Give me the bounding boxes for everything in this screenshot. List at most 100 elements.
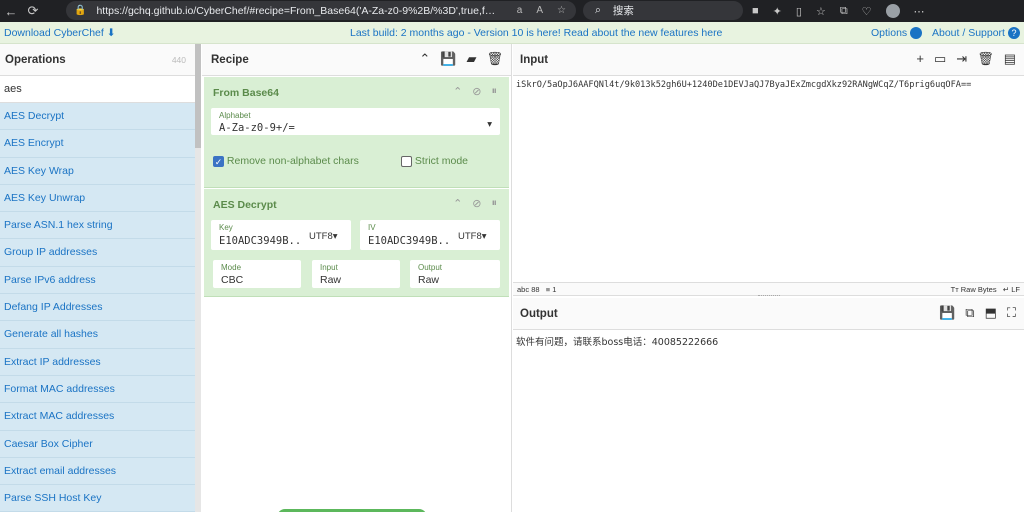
replace-input-icon[interactable]: ⬒ <box>985 305 997 321</box>
save-icon[interactable]: 💾 <box>440 51 456 67</box>
trash-icon[interactable]: 🗑 <box>977 51 994 67</box>
copy-icon[interactable]: ⧉ <box>965 305 974 321</box>
list-item[interactable]: AES Decrypt <box>0 103 195 131</box>
list-item[interactable]: Group IP addresses <box>0 239 195 267</box>
strict-mode-checkbox[interactable]: Strict mode <box>401 155 468 167</box>
back-icon[interactable]: ← <box>0 0 22 22</box>
aes-decrypt-operation: AES Decrypt ⌃ ⊘ ⏸ Key E10ADC3949B... UTF… <box>204 189 509 297</box>
operations-title: Operations <box>5 54 66 66</box>
list-item[interactable]: Generate all hashes <box>0 321 195 349</box>
input-status-bar: abc 88 ≡ 1 Tт Raw Bytes ↵ LF <box>513 282 1024 296</box>
collections-icon[interactable]: ⧉ <box>840 5 848 18</box>
open-file-icon[interactable]: ⇥ <box>956 51 967 67</box>
list-item[interactable]: Caesar Box Cipher <box>0 430 195 458</box>
output-text: 软件有问题，请联系boss电话：40085222666 <box>516 337 719 348</box>
download-link[interactable]: Download CyberChef ⬇ <box>4 27 116 39</box>
build-info-link[interactable]: Last build: 2 months ago - Version 10 is… <box>350 27 722 39</box>
input-header: Input + ▭ ⇥ 🗑 ▤ <box>513 44 1024 76</box>
from-base64-operation: From Base64 ⌃ ⊘ ⏸ Alphabet A-Za-z0-9+/= … <box>204 77 509 188</box>
url-text: https://gchq.github.io/CyberChef/#recipe… <box>96 4 496 17</box>
output-header: Output 💾 ⧉ ⬒ ⛶ <box>513 298 1024 330</box>
resize-handle[interactable] <box>758 295 780 297</box>
search-icon: ⌕ <box>595 4 601 16</box>
list-item[interactable]: Extract MAC addresses <box>0 403 195 431</box>
save-icon[interactable]: 💾 <box>939 305 955 321</box>
translate-icon[interactable]: a <box>517 5 523 16</box>
browser-toolbar: ← ⟳ 🔒 https://gchq.github.io/CyberChef/#… <box>0 0 1024 22</box>
alphabet-select[interactable]: Alphabet A-Za-z0-9+/= ▾ <box>211 108 500 135</box>
output-format-select[interactable]: Output Raw <box>410 260 500 288</box>
key-field[interactable]: Key E10ADC3949B... UTF8▾ <box>211 220 351 250</box>
favorites-icon[interactable]: ☆ <box>816 5 826 18</box>
performance-icon[interactable]: ♡ <box>862 5 872 18</box>
open-folder-icon[interactable]: ▭ <box>934 51 946 67</box>
iv-encoding-dropdown[interactable]: UTF8▾ <box>458 231 487 242</box>
pause-icon[interactable]: ⏸ <box>492 85 498 98</box>
raw-bytes-toggle[interactable]: Tт Raw Bytes <box>951 285 997 294</box>
download-icon: ⬇ <box>106 27 116 39</box>
top-banner: Download CyberChef ⬇ Last build: 2 month… <box>0 22 1024 44</box>
lock-icon: 🔒 <box>74 5 87 16</box>
text-encoding-icon: Tт <box>950 285 959 294</box>
checkbox-checked-icon[interactable]: ✓ <box>213 155 224 167</box>
operations-count: 440 <box>171 55 186 65</box>
operations-list: AES Decrypt AES Encrypt AES Key Wrap AES… <box>0 103 195 512</box>
list-item[interactable]: Defang IP Addresses <box>0 294 195 322</box>
chevron-up-icon[interactable]: ⌃ <box>453 197 462 210</box>
input-textarea[interactable]: iSkrO/5aOpJ6AAFQNl4t/9k013k52gh6U+1240De… <box>516 80 971 90</box>
recipe-panel: Recipe ⌃ 💾 ▰ 🗑 From Base64 ⌃ ⊘ ⏸ Alphabe… <box>202 44 512 512</box>
read-aloud-icon[interactable]: A <box>536 5 543 16</box>
operations-scrollbar[interactable] <box>195 44 201 512</box>
disable-icon[interactable]: ⊘ <box>472 85 481 98</box>
from-base64-title: From Base64 <box>213 87 279 99</box>
list-item[interactable]: Extract email addresses <box>0 457 195 486</box>
list-item[interactable]: AES Encrypt <box>0 130 195 158</box>
io-panel: Input + ▭ ⇥ 🗑 ▤ iSkrO/5aOpJ6AAFQNl4t/9k0… <box>513 44 1024 512</box>
chars-icon: abc <box>517 285 530 294</box>
search-label: 搜索 <box>612 5 634 17</box>
favorite-star-icon[interactable]: ☆ <box>557 5 566 16</box>
list-item[interactable]: Format MAC addresses <box>0 375 195 404</box>
more-icon[interactable]: ⋯ <box>914 5 925 18</box>
add-tab-icon[interactable]: + <box>916 51 924 67</box>
avatar[interactable] <box>885 4 900 18</box>
list-item[interactable]: AES Key Unwrap <box>0 184 195 213</box>
list-item[interactable]: Parse SSH Host Key <box>0 485 195 512</box>
pause-icon[interactable]: ⏸ <box>492 197 498 210</box>
list-item[interactable]: Parse ASN.1 hex string <box>0 212 195 240</box>
recipe-title: Recipe <box>211 54 249 66</box>
collapse-icon[interactable]: ⌃ <box>419 51 430 67</box>
maximize-icon[interactable]: ⛶ <box>1007 305 1016 321</box>
list-item[interactable]: Parse IPv6 address <box>0 266 195 295</box>
folder-icon[interactable]: ▰ <box>466 51 476 67</box>
list-item[interactable]: AES Key Wrap <box>0 157 195 185</box>
output-title: Output <box>520 308 558 320</box>
search-box[interactable]: ⌕ 搜索 <box>583 1 743 20</box>
split-screen-icon[interactable]: ▯ <box>796 5 802 18</box>
layout-icon[interactable]: ▤ <box>1004 51 1016 67</box>
extension-icon[interactable]: ■ <box>752 5 759 17</box>
help-icon: ? <box>1007 27 1020 40</box>
about-link[interactable]: About / Support? <box>932 27 1020 40</box>
disable-icon[interactable]: ⊘ <box>472 197 481 210</box>
iv-field[interactable]: IV E10ADC3949B... UTF8▾ <box>360 220 500 250</box>
dropdown-caret-icon: ▾ <box>487 119 492 130</box>
checkbox-unchecked-icon[interactable] <box>401 155 412 167</box>
aes-decrypt-title: AES Decrypt <box>213 199 277 211</box>
options-link[interactable]: Options <box>871 27 923 40</box>
operations-panel: Operations 440 aes AES Decrypt AES Encry… <box>0 44 201 512</box>
address-bar[interactable]: 🔒 https://gchq.github.io/CyberChef/#reci… <box>66 1 576 20</box>
list-item[interactable]: Extract IP addresses <box>0 348 195 376</box>
chevron-up-icon[interactable]: ⌃ <box>453 85 462 98</box>
input-format-select[interactable]: Input Raw <box>312 260 400 288</box>
gear-icon <box>910 27 923 40</box>
lines-icon: ≡ <box>545 285 551 294</box>
refresh-icon[interactable]: ⟳ <box>22 0 44 22</box>
operations-search-input[interactable]: aes <box>0 76 200 103</box>
remove-non-alphabet-checkbox[interactable]: ✓ Remove non-alphabet chars <box>213 155 359 167</box>
key-encoding-dropdown[interactable]: UTF8▾ <box>309 231 338 242</box>
trash-icon[interactable]: 🗑 <box>486 51 503 67</box>
mode-select[interactable]: Mode CBC <box>213 260 301 288</box>
line-ending-toggle[interactable]: ↵ LF <box>1003 285 1020 294</box>
puzzle-icon[interactable]: ✦ <box>773 5 782 18</box>
